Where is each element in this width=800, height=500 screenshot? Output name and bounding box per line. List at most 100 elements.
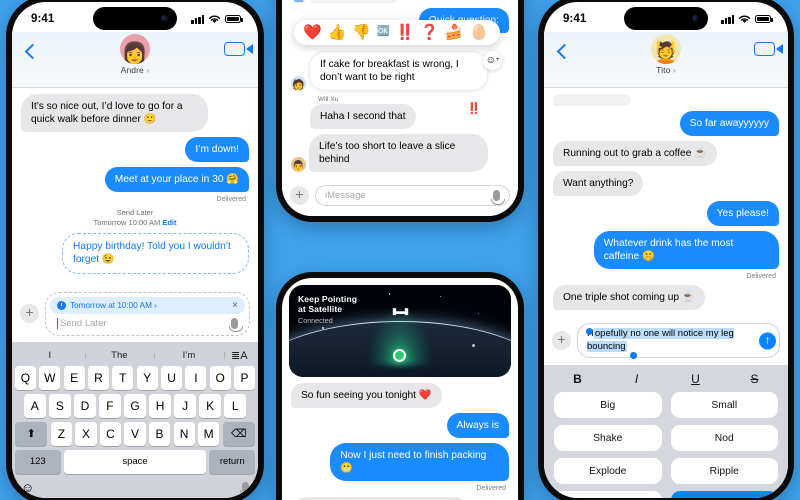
effect-big[interactable]: Big xyxy=(554,392,662,419)
key-q[interactable]: Q xyxy=(14,365,36,390)
prediction-1[interactable]: I xyxy=(15,350,85,361)
strikethrough-button[interactable]: S xyxy=(725,372,784,386)
contact-header[interactable]: 👩 Andre xyxy=(120,34,150,75)
microphone-icon[interactable] xyxy=(228,317,243,333)
message-bubble-incoming[interactable]: Life’s too short to leave a slice behind xyxy=(305,133,488,173)
message-bubble-incoming[interactable]: Running out to grab a coffee ☕ xyxy=(553,141,717,167)
message-input-with-selection[interactable]: Hopefully no one will notice my leg boun… xyxy=(577,323,780,360)
message-bubble-outgoing[interactable]: Whatever drink has the most caffeine 🤫 xyxy=(593,231,784,270)
effect-nod[interactable]: Nod xyxy=(670,425,778,452)
back-chevron-icon[interactable] xyxy=(556,42,568,62)
selection-handle-end[interactable] xyxy=(630,352,637,360)
imessage-placeholder: iMessage xyxy=(325,190,366,201)
text-format-icon[interactable]: ≣A xyxy=(223,349,255,362)
plus-icon[interactable]: + xyxy=(20,304,39,324)
prediction-3[interactable]: I’m xyxy=(154,350,224,361)
tapback-picker[interactable]: ❤️ 👍 👎 🆗 ‼️ ❓ 🍰 🥚 xyxy=(294,19,500,45)
shift-arrow-icon[interactable]: ⬆ xyxy=(15,421,48,446)
effect-bloom[interactable]: Bloom xyxy=(554,491,662,498)
tapback-thumbs-up[interactable]: 👍 xyxy=(328,25,347,40)
key-m[interactable]: M xyxy=(198,421,220,446)
effect-ripple[interactable]: Ripple xyxy=(670,458,778,485)
effect-shake[interactable]: Shake xyxy=(554,425,662,452)
avatar[interactable]: 👩 xyxy=(120,34,150,64)
effect-jitter[interactable]: Jitter xyxy=(670,491,778,498)
effect-small[interactable]: Small xyxy=(670,392,778,419)
contact-header[interactable]: 💆 Tito xyxy=(651,34,681,75)
key-n[interactable]: N xyxy=(173,421,195,446)
key-j[interactable]: J xyxy=(174,393,196,418)
italic-button[interactable]: I xyxy=(607,372,666,386)
message-bubble-outgoing[interactable]: So far awayyyyyy xyxy=(679,111,784,137)
key-f[interactable]: F xyxy=(99,393,121,418)
key-b[interactable]: B xyxy=(148,421,171,446)
key-i[interactable]: I xyxy=(185,365,207,390)
message-bubble-incoming[interactable]: Haha I second that xyxy=(310,103,416,129)
numbers-key[interactable]: 123 xyxy=(15,449,61,474)
key-k[interactable]: K xyxy=(199,393,221,418)
key-l[interactable]: L xyxy=(224,393,247,418)
satellite-connection-card[interactable]: ▮▬▮ Keep Pointing at Satellite Connected xyxy=(289,285,511,377)
return-key[interactable]: return xyxy=(209,449,255,474)
key-t[interactable]: T xyxy=(112,365,134,390)
key-d[interactable]: D xyxy=(74,393,96,418)
key-o[interactable]: O xyxy=(209,365,231,390)
tapback-cake[interactable]: 🍰 xyxy=(445,25,464,40)
imessage-input[interactable]: iMessage xyxy=(315,185,510,206)
message-bubble-incoming[interactable]: It’s so nice out, I’d love to go for a q… xyxy=(17,94,208,133)
emoji-face-icon[interactable]: ☺ xyxy=(21,480,34,495)
back-chevron-icon[interactable] xyxy=(24,42,36,62)
scheduled-message-bubble[interactable]: Happy birthday! Told you I wouldn’t forg… xyxy=(62,233,249,274)
edit-link[interactable]: Edit xyxy=(162,218,176,227)
space-key[interactable]: space xyxy=(63,449,207,474)
tapback-exclamation[interactable]: ‼️ xyxy=(396,25,415,40)
key-r[interactable]: R xyxy=(88,365,109,390)
video-camera-icon[interactable] xyxy=(224,42,253,56)
effect-explode[interactable]: Explode xyxy=(554,458,662,485)
send-arrow-up-icon[interactable]: ↑ xyxy=(759,332,776,350)
message-reaction[interactable]: ‼️ xyxy=(467,102,481,115)
tapback-question[interactable]: ❓ xyxy=(420,25,439,40)
message-bubble-incoming[interactable]: So fun seeing you tonight ❤️ xyxy=(287,383,442,409)
message-bubble-outgoing[interactable]: Always is xyxy=(446,413,509,439)
key-v[interactable]: V xyxy=(124,421,146,446)
tapback-heart[interactable]: ❤️ xyxy=(303,25,322,40)
key-x[interactable]: X xyxy=(75,421,97,446)
message-bubble-incoming[interactable]: One triple shot coming up ☕ xyxy=(549,285,705,311)
key-u[interactable]: U xyxy=(161,365,182,390)
plus-icon[interactable]: + xyxy=(552,331,571,351)
key-z[interactable]: Z xyxy=(50,421,72,446)
key-c[interactable]: C xyxy=(99,421,122,446)
bold-button[interactable]: B xyxy=(548,372,607,386)
message-bubble-outgoing[interactable]: Now I just need to finish packing 😬 xyxy=(330,443,513,482)
key-y[interactable]: Y xyxy=(136,365,158,390)
video-camera-icon[interactable] xyxy=(754,42,783,56)
prediction-2[interactable]: The xyxy=(84,350,155,361)
avatar[interactable]: 💆 xyxy=(651,34,681,64)
key-a[interactable]: A xyxy=(23,393,46,418)
input-text: Hopefully no one will notice my leg boun… xyxy=(587,328,755,353)
tapback-thumbs-down[interactable]: 👎 xyxy=(352,25,371,40)
schedule-chip[interactable]: Tomorrow at 10:00 AM › × xyxy=(50,296,245,314)
underline-button[interactable]: U xyxy=(666,372,725,386)
key-w[interactable]: W xyxy=(39,365,61,390)
key-g[interactable]: G xyxy=(124,393,146,418)
microphone-icon[interactable] xyxy=(239,481,254,497)
close-x-icon[interactable]: × xyxy=(232,300,238,311)
send-later-input-box[interactable]: Tomorrow at 10:00 AM › × Send Later xyxy=(45,291,250,336)
message-bubble-outgoing[interactable]: Yes please! xyxy=(706,201,779,227)
microphone-icon[interactable] xyxy=(490,190,505,205)
tapback-haha[interactable]: 🆗 xyxy=(377,27,389,37)
message-bubble-outgoing[interactable]: I’m down! xyxy=(185,137,249,163)
message-bubble-incoming[interactable]: Want anything? xyxy=(548,171,644,197)
key-h[interactable]: H xyxy=(149,393,171,418)
key-s[interactable]: S xyxy=(49,393,71,418)
tapback-extra[interactable]: 🥚 xyxy=(470,25,489,40)
plus-icon[interactable]: + xyxy=(290,186,309,205)
add-sticker-icon[interactable]: ☺ + xyxy=(483,50,502,70)
message-bubble-outgoing[interactable]: Meet at your place in 30 🤗 xyxy=(104,167,254,193)
key-e[interactable]: E xyxy=(63,365,85,390)
message-bubble-incoming[interactable]: If cake for breakfast is wrong, I don’t … xyxy=(309,50,488,91)
backspace-icon[interactable]: ⌫ xyxy=(222,421,255,446)
key-p[interactable]: P xyxy=(234,365,256,390)
